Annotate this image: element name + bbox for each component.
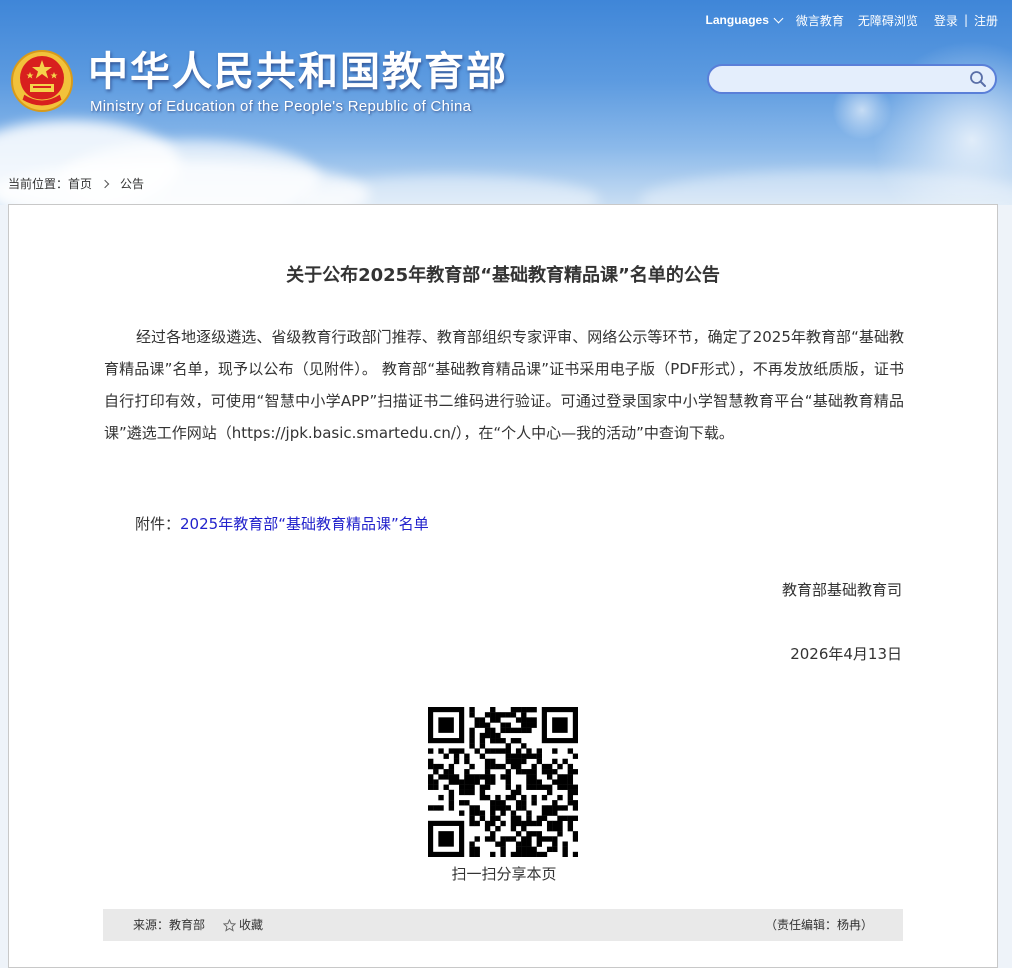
article-panel: 关于公布2025年教育部“基础教育精品课”名单的公告 经过各地逐级遴选、省级教育… [8, 204, 998, 968]
breadcrumb: 当前位置：首页 公告 [8, 176, 144, 192]
national-emblem-icon[interactable] [10, 48, 74, 114]
chevron-right-icon [100, 179, 110, 189]
attachment-link[interactable]: 2025年教育部“基础教育精品课”名单 [180, 515, 429, 533]
qr-share: 扫一扫分享本页 [428, 707, 580, 884]
accessibility-link[interactable]: 无障碍浏览 [858, 12, 918, 29]
weiyan-link[interactable]: 微言教育 [796, 12, 844, 29]
attachment-label: 附件： [135, 515, 181, 533]
search-input[interactable] [721, 69, 965, 91]
nav-separator: | [963, 13, 968, 27]
article-date: 2026年4月13日 [790, 645, 902, 663]
article-footer-bar: 来源：教育部 收藏 （责任编辑：杨冉） [103, 909, 903, 941]
languages-dropdown[interactable]: Languages [705, 13, 784, 27]
qr-code-image [428, 707, 578, 857]
editor-label: （责任编辑：杨冉） [764, 918, 873, 932]
favorite-label: 收藏 [239, 918, 264, 932]
article-title: 关于公布2025年教育部“基础教育精品课”名单的公告 [286, 265, 720, 286]
source-label: 来源：教育部 [133, 918, 206, 932]
chevron-down-icon [773, 13, 784, 23]
qr-caption: 扫一扫分享本页 [451, 865, 557, 883]
top-navigation: Languages 微言教育 无障碍浏览 登录 | 注册 [706, 10, 998, 30]
star-icon [223, 918, 236, 932]
breadcrumb-home-link[interactable]: 首页 [68, 177, 92, 191]
site-subtitle: Ministry of Education of the People's Re… [90, 98, 472, 115]
search-box [707, 64, 997, 94]
favorite-button[interactable]: 收藏 [223, 909, 263, 941]
site-header: 中华人民共和国教育部 Ministry of Education of the … [0, 0, 1012, 205]
register-link[interactable]: 注册 [974, 12, 998, 29]
article-body: 经过各地逐级遴选、省级教育行政部门推荐、教育部组织专家评审、网络公示等环节，确定… [104, 328, 904, 442]
breadcrumb-current-link[interactable]: 公告 [120, 177, 144, 191]
site-title: 中华人民共和国教育部 [88, 49, 508, 95]
article-signature: 教育部基础教育司 [781, 581, 902, 599]
languages-label: Languages [705, 13, 769, 27]
attachment-line: 附件：2025年教育部“基础教育精品课”名单 [135, 513, 429, 534]
breadcrumb-prefix: 当前位置： [8, 177, 69, 191]
login-link[interactable]: 登录 [934, 12, 958, 29]
search-icon[interactable] [969, 70, 987, 88]
